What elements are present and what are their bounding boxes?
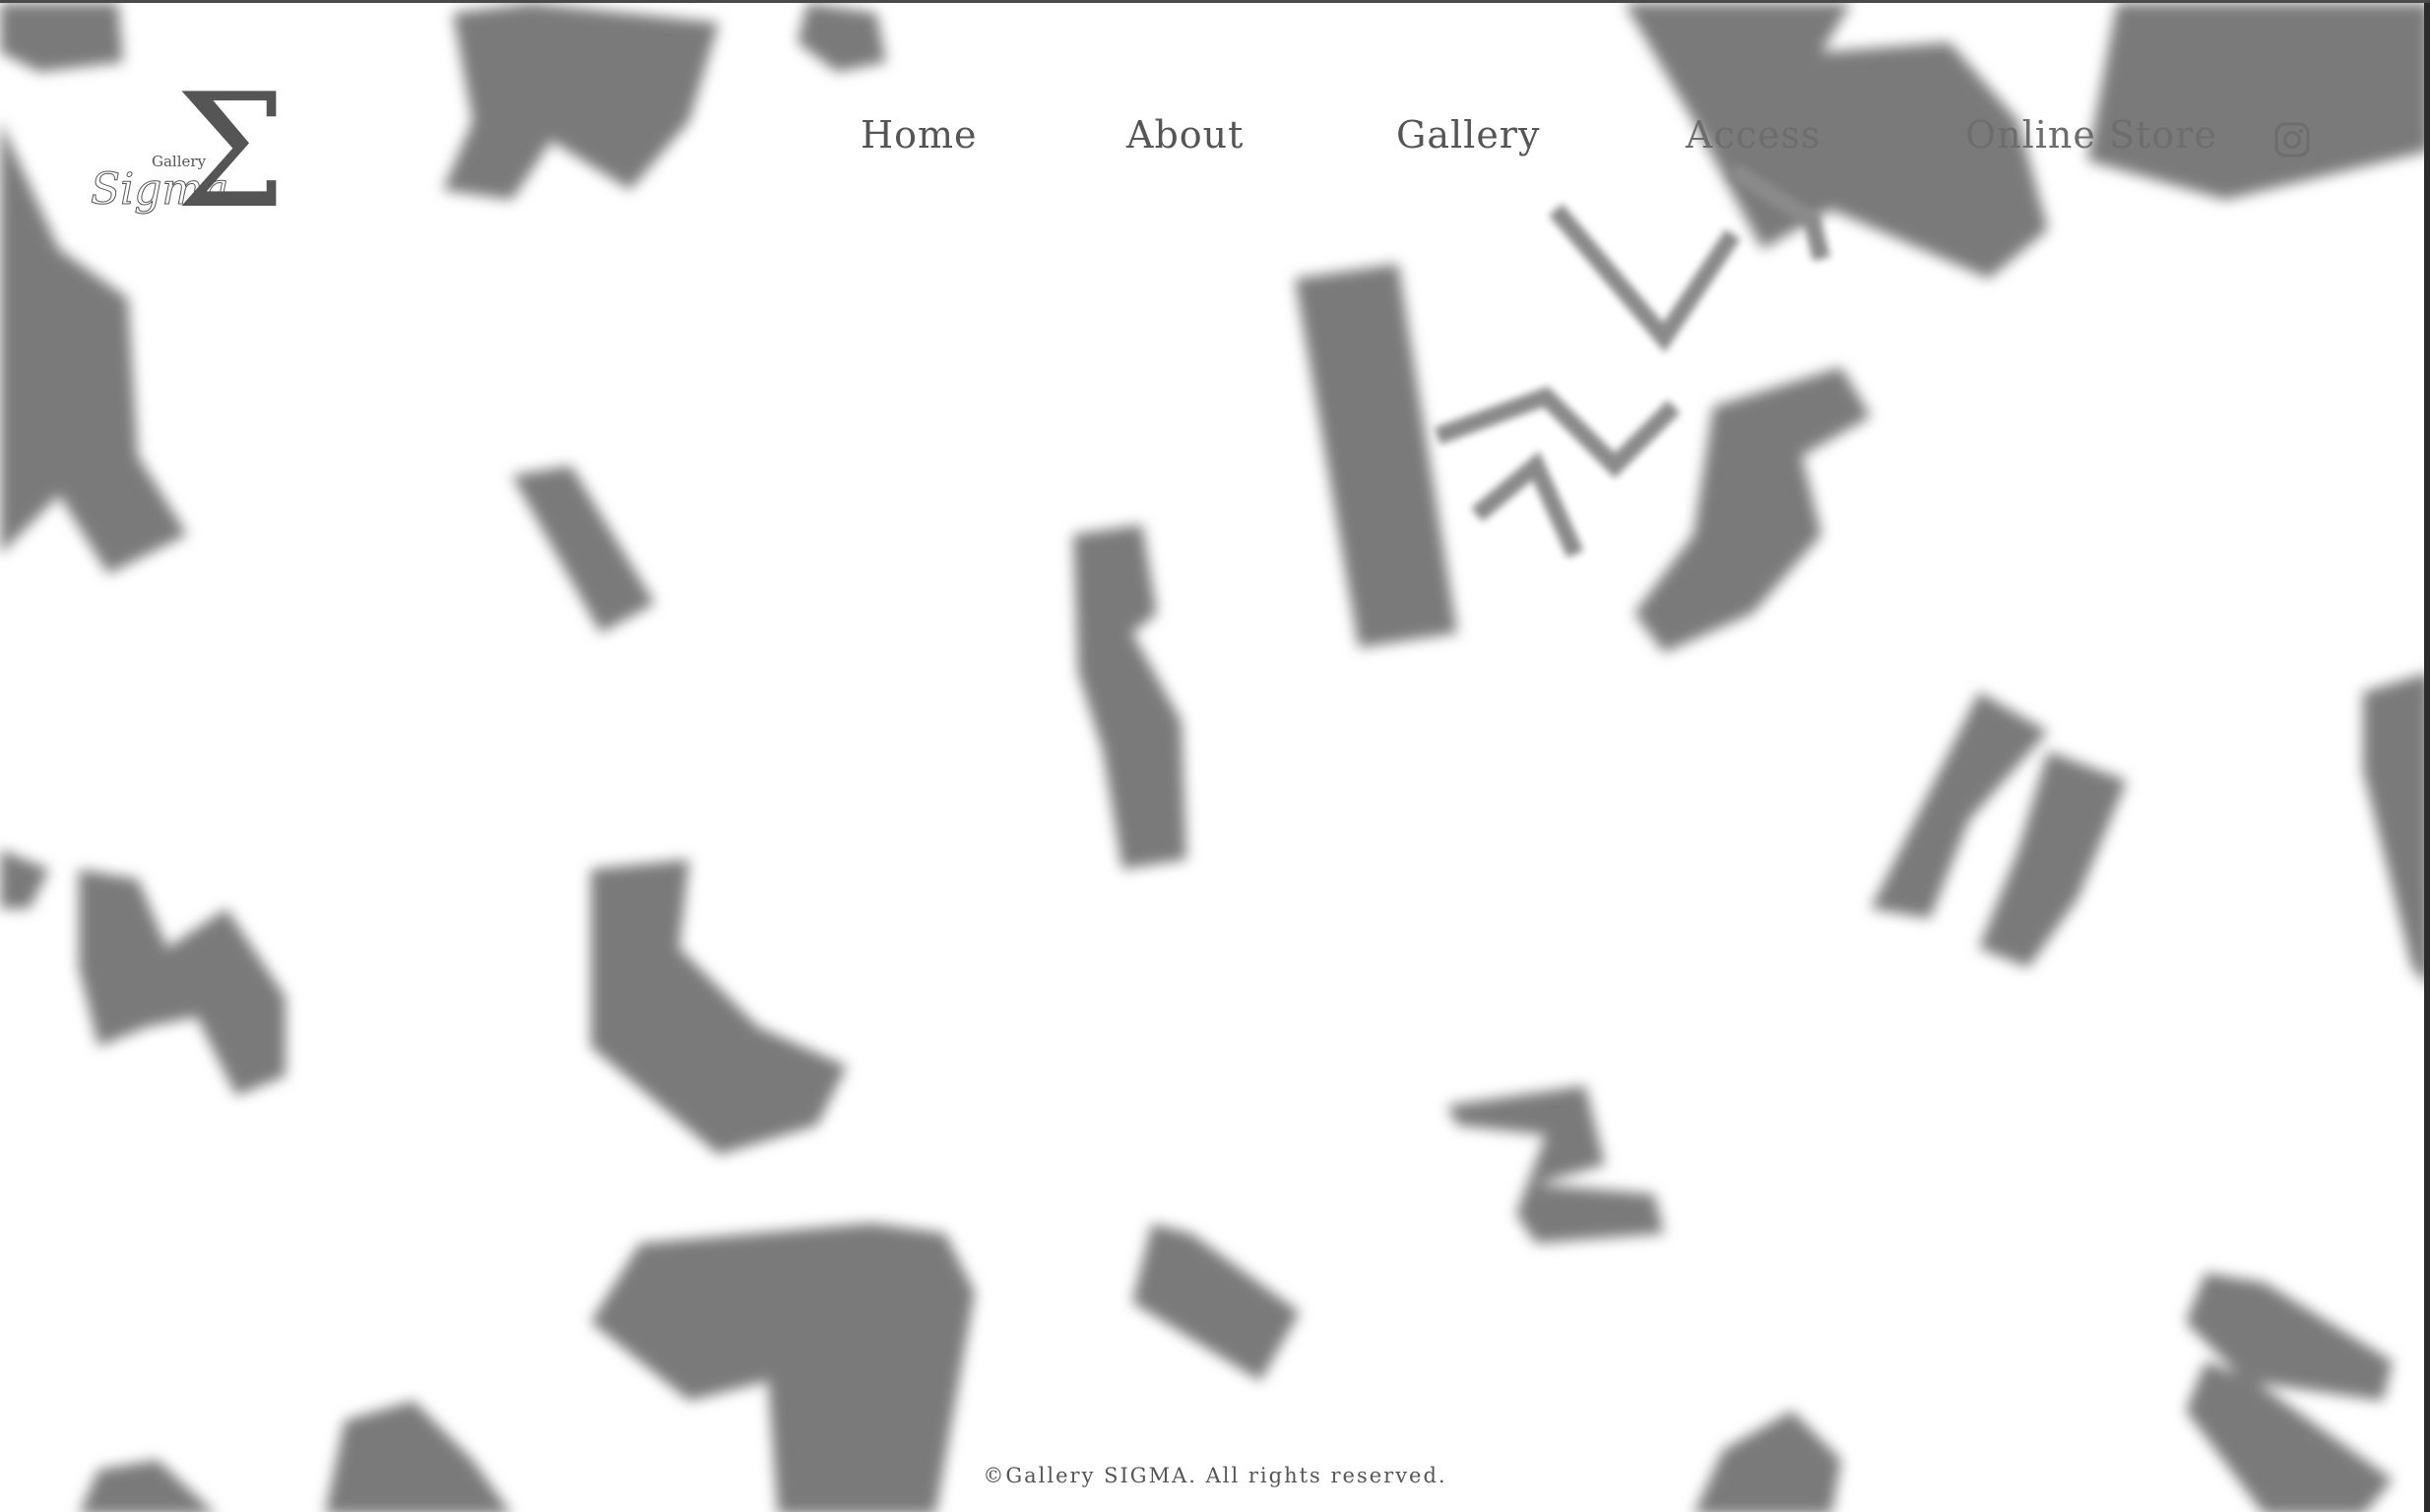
instagram-icon[interactable] [2274, 122, 2310, 158]
site-logo[interactable]: Σ Gallery Sigma [87, 86, 293, 220]
footer-copyright: ©Gallery SIGMA. All rights reserved. [983, 1464, 1447, 1487]
nav-gallery[interactable]: Gallery [1396, 113, 1540, 157]
logo-script: Sigma [91, 164, 228, 215]
site-header: Σ Gallery Sigma Home About Gallery Acces… [0, 3, 2430, 229]
nav-about[interactable]: About [1126, 113, 1244, 157]
nav-online-store[interactable]: Online Store [1965, 113, 2217, 157]
nav-home[interactable]: Home [861, 113, 978, 157]
window-edge [2424, 3, 2430, 1512]
nav-access[interactable]: Access [1686, 113, 1822, 157]
landing-page: Σ Gallery Sigma Home About Gallery Acces… [0, 0, 2430, 1512]
